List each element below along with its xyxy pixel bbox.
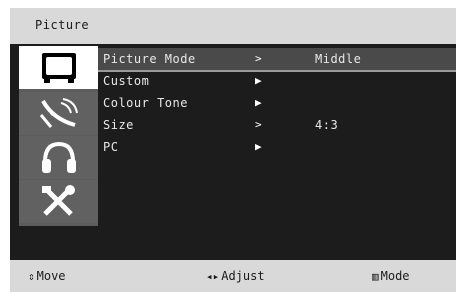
up-down-arrow-icon: ⇕ [28,269,35,283]
menu-button-icon: ▥ [372,269,379,283]
footer-mode-label: Mode [380,269,410,283]
footer-move-label: Move [36,269,66,283]
menu-item-value: 4:3 [315,118,339,132]
menu-item-label: Size [103,118,134,132]
menu-item-label: Custom [103,74,150,88]
osd-menu-window: Picture Picture Mode > Middle Custom ▶ C… [10,8,456,292]
footer-adjust-hint: ◂▸ Adjust [206,269,265,283]
menu-item-label: Picture Mode [103,52,196,66]
footer-adjust-label: Adjust [221,269,265,283]
menu-item-custom[interactable]: Custom ▶ [98,70,456,92]
footer-move-hint: ⇕ Move [28,269,66,283]
footer-mode-hint: ▥ Mode [372,269,410,283]
menu-item-arrow: ▶ [255,74,263,87]
menu-item-colour-tone[interactable]: Colour Tone ▶ [98,92,456,114]
footer-help-bar: ⇕ Move ◂▸ Adjust ▥ Mode [10,260,456,292]
menu-title: Picture [35,18,90,32]
category-picture[interactable] [19,46,98,89]
left-right-arrow-icon: ◂▸ [206,269,220,283]
menu-item-label: Colour Tone [103,96,188,110]
menu-item-size[interactable]: Size > 4:3 [98,114,456,136]
menu-item-arrow: ▶ [255,140,263,153]
headphones-icon [39,140,79,176]
tools-icon [39,184,79,220]
menu-item-value: Middle [315,52,362,66]
category-channel[interactable] [19,92,98,135]
menu-item-picture-mode[interactable]: Picture Mode > Middle [98,48,456,72]
title-bar: Picture [10,8,456,44]
menu-item-label: PC [103,140,119,154]
category-sound[interactable] [19,136,98,179]
menu-item-arrow: > [255,118,263,131]
category-icon-column [19,46,98,226]
menu-item-pc[interactable]: PC ▶ [98,136,456,158]
category-setup[interactable] [19,180,98,223]
menu-item-arrow: ▶ [255,96,263,109]
tv-screen-icon [40,51,78,85]
menu-item-arrow: > [255,52,263,65]
menu-list: Picture Mode > Middle Custom ▶ Colour To… [98,46,456,246]
antenna-icon [37,97,81,131]
